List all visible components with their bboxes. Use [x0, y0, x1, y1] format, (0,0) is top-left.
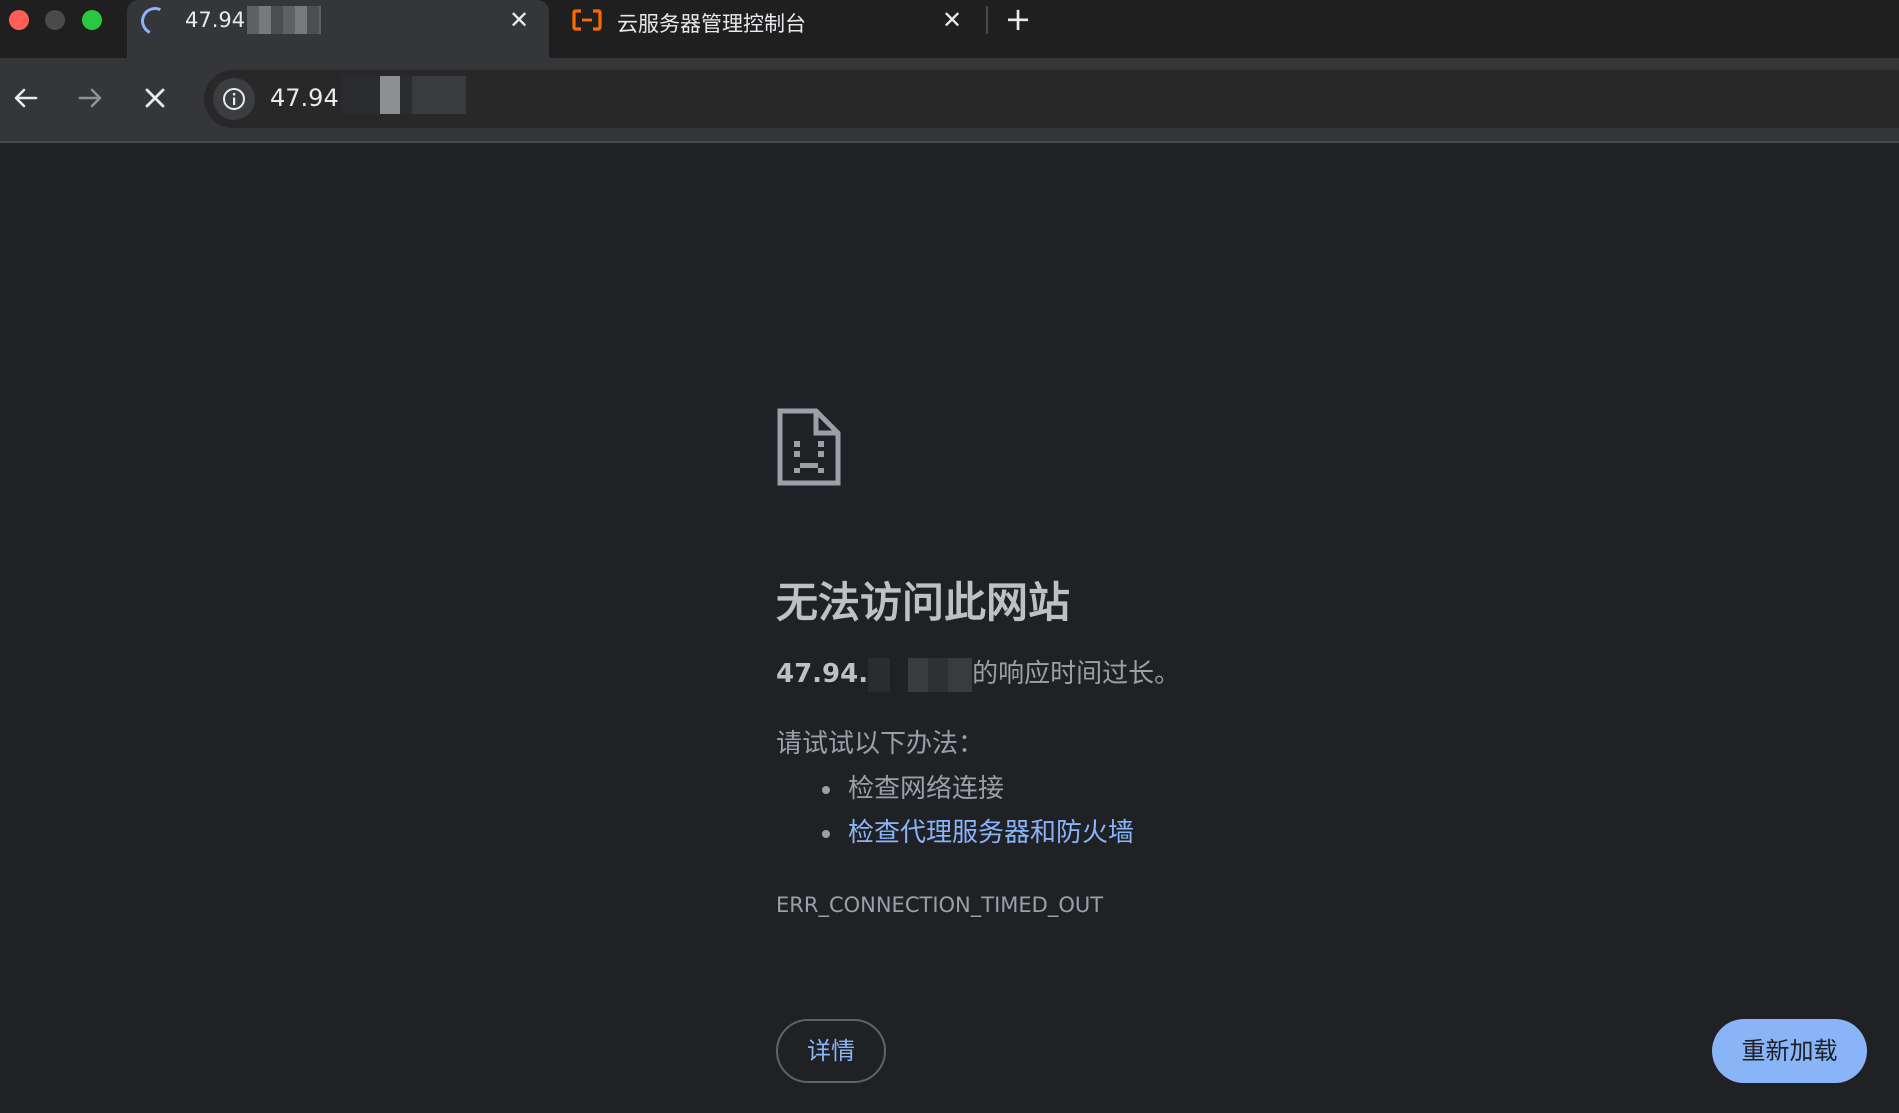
- sad-page-icon: [777, 408, 841, 486]
- redacted-text: [247, 6, 321, 34]
- error-host: 47.94.: [776, 659, 869, 689]
- error-code: ERR_CONNECTION_TIMED_OUT: [776, 893, 1104, 917]
- browser-toolbar: 47.94: [0, 58, 1899, 143]
- window-minimize-button[interactable]: [45, 10, 65, 30]
- suggestions-label: 请试试以下办法：: [776, 729, 985, 759]
- arrow-left-icon: [14, 88, 38, 108]
- error-title: 无法访问此网站: [776, 578, 1071, 627]
- redacted-text: [868, 657, 973, 692]
- error-description: 47.94. 的响应时间过长。: [776, 653, 1180, 692]
- tab-strip: 47.94 ✕ 云服务器管理控制台 ✕ +: [0, 0, 1899, 58]
- suggestions-list: 检查网络连接 检查代理服务器和防火墙: [822, 767, 1134, 855]
- window-close-button[interactable]: [9, 10, 29, 30]
- redacted-text: [342, 76, 466, 114]
- stop-loading-button[interactable]: [135, 78, 175, 118]
- tab-close-icon[interactable]: ✕: [505, 6, 533, 34]
- details-button[interactable]: 详情: [776, 1019, 886, 1083]
- tab-active[interactable]: 47.94 ✕: [127, 0, 549, 58]
- tab-title: 47.94: [185, 8, 246, 32]
- aliyun-logo-icon: [572, 9, 602, 31]
- new-tab-button[interactable]: +: [1002, 2, 1034, 36]
- tab-close-icon[interactable]: ✕: [938, 6, 966, 34]
- error-description-suffix: 的响应时间过长。: [972, 659, 1181, 689]
- loading-spinner-icon: [137, 3, 173, 39]
- url-text: 47.94: [270, 84, 339, 112]
- window-maximize-button[interactable]: [82, 10, 102, 30]
- error-page: 无法访问此网站 47.94. 的响应时间过长。 请试试以下办法： 检查网络连接 检…: [0, 145, 1899, 1113]
- address-bar[interactable]: 47.94: [204, 70, 1899, 128]
- tab-aliyun-console[interactable]: 云服务器管理控制台 ✕: [558, 0, 978, 58]
- reload-button[interactable]: 重新加载: [1712, 1019, 1867, 1083]
- forward-button[interactable]: [70, 78, 110, 118]
- info-icon: [223, 88, 245, 110]
- arrow-right-icon: [78, 88, 102, 108]
- tab-title: 云服务器管理控制台: [617, 12, 806, 36]
- back-button[interactable]: [6, 78, 46, 118]
- site-info-button[interactable]: [213, 78, 255, 120]
- close-icon: [145, 88, 165, 108]
- suggestion-check-proxy-firewall-link[interactable]: 检查代理服务器和防火墙: [822, 811, 1134, 855]
- tab-separator: [986, 6, 988, 34]
- suggestion-check-network: 检查网络连接: [822, 767, 1134, 811]
